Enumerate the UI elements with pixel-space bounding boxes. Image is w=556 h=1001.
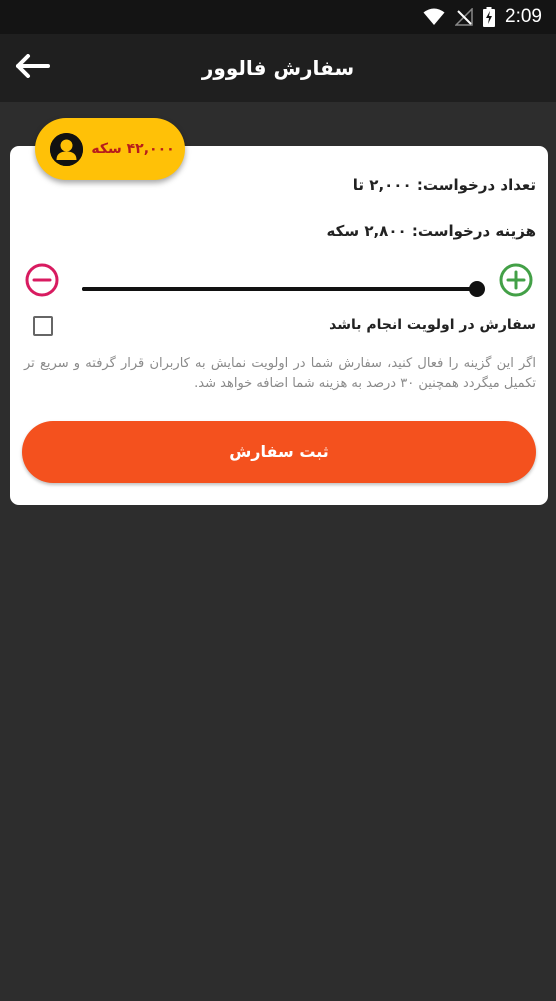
plus-circle-icon	[498, 262, 534, 298]
priority-description: اگر این گزینه را فعال کنید، سفارش شما در…	[24, 356, 536, 391]
increase-button[interactable]	[498, 262, 534, 298]
no-signal-icon	[455, 8, 473, 26]
minus-circle-icon	[24, 262, 60, 298]
coin-balance-text: ۴۲,۰۰۰ سکه	[91, 141, 175, 157]
status-bar: 2:09	[0, 0, 556, 34]
status-time: 2:09	[505, 6, 542, 27]
priority-label: سفارش در اولویت انجام باشد	[329, 317, 536, 333]
decrease-button[interactable]	[24, 262, 60, 298]
request-count-text: تعداد درخواست: ۲,۰۰۰ تا	[352, 176, 536, 194]
submit-order-button[interactable]: ثبت سفارش	[22, 421, 536, 483]
quantity-slider-track[interactable]	[82, 287, 477, 291]
battery-charging-icon	[483, 7, 496, 27]
status-icons: 2:09	[423, 0, 542, 34]
order-card: تعداد درخواست: ۲,۰۰۰ تا هزینه درخواست: ۲…	[10, 146, 548, 505]
quantity-slider-thumb[interactable]	[469, 281, 485, 297]
priority-checkbox[interactable]	[33, 316, 53, 336]
request-cost-text: هزینه درخواست: ۲,۸۰۰ سکه	[326, 222, 536, 240]
user-avatar-icon	[50, 133, 83, 166]
coin-balance-badge: ۴۲,۰۰۰ سکه	[35, 118, 185, 180]
page-title: سفارش فالوور	[201, 56, 355, 80]
wifi-icon	[423, 8, 445, 26]
app-bar: سفارش فالوور	[0, 34, 556, 102]
quantity-slider-fill	[82, 287, 477, 291]
